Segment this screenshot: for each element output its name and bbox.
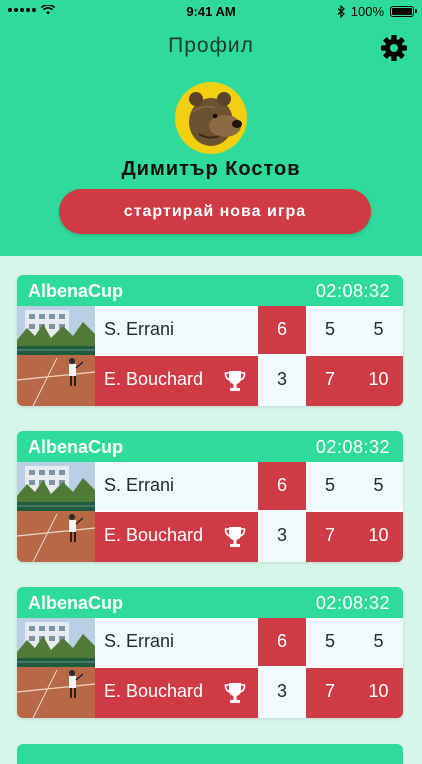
set-score: 3 xyxy=(276,525,287,545)
match-card[interactable]: AlbenaCup 02:08:32 S. Errani 6 5 5 E. Bo… xyxy=(17,587,403,718)
start-new-game-button[interactable]: стартирай нова игра xyxy=(59,189,371,234)
set-score: 6 xyxy=(276,319,287,339)
set-score: 10 xyxy=(368,681,389,701)
tournament-name: AlbenaCup xyxy=(28,437,124,457)
battery-percent: 100% xyxy=(350,4,384,19)
set-score: 5 xyxy=(373,631,384,651)
status-right: 100% xyxy=(337,4,417,19)
set-score: 5 xyxy=(373,475,384,495)
match-photo xyxy=(17,306,95,406)
player-name: S. Errani xyxy=(104,319,175,339)
set-score: 7 xyxy=(324,681,335,701)
battery-icon xyxy=(390,6,417,17)
match-photo xyxy=(17,462,95,562)
set-score: 3 xyxy=(276,369,287,389)
avatar[interactable] xyxy=(175,82,247,154)
match-header: AlbenaCup 02:08:32 xyxy=(17,587,403,618)
match-header: AlbenaCup 02:08:32 xyxy=(17,275,403,306)
set-score: 5 xyxy=(324,319,335,339)
set-score: 7 xyxy=(324,369,335,389)
match-header: AlbenaCup 02:08:32 xyxy=(17,431,403,462)
set-score: 10 xyxy=(368,369,389,389)
trophy-icon xyxy=(224,527,246,547)
player-name: S. Errani xyxy=(104,475,175,495)
player-row-winner: E. Bouchard 3 7 10 xyxy=(95,512,403,562)
player-row: S. Errani 6 5 5 xyxy=(95,462,403,510)
match-duration: 02:08:32 xyxy=(315,437,390,457)
match-photo xyxy=(17,618,95,718)
match-duration: 02:08:32 xyxy=(315,281,390,301)
player-name: S. Errani xyxy=(104,631,175,651)
set-score: 10 xyxy=(368,525,389,545)
player-row-winner: E. Bouchard 3 7 10 xyxy=(95,668,403,718)
set-score: 3 xyxy=(276,681,287,701)
set-score: 5 xyxy=(373,319,384,339)
match-card[interactable]: AlbenaCup 02:08:32 S. Errani 6 5 5 E. Bo… xyxy=(17,275,403,406)
gear-icon[interactable] xyxy=(380,34,408,62)
set-score: 6 xyxy=(276,475,287,495)
set-score: 5 xyxy=(324,475,335,495)
page-title: Профил xyxy=(168,34,254,57)
set-score: 6 xyxy=(276,631,287,651)
set-score: 5 xyxy=(324,631,335,651)
player-name: E. Bouchard xyxy=(104,525,204,545)
set-score: 7 xyxy=(324,525,335,545)
bear-avatar-icon xyxy=(189,92,242,146)
player-row-winner: E. Bouchard 3 7 10 xyxy=(95,356,403,406)
match-card[interactable]: AlbenaCup 02:08:32 S. Errani 6 5 5 E. Bo… xyxy=(17,431,403,562)
trophy-icon xyxy=(224,371,246,391)
player-name: E. Bouchard xyxy=(104,369,204,389)
match-card-peek[interactable] xyxy=(17,744,403,764)
profile-header: 9:41 AM 100% Профил Димитър Костов старт… xyxy=(0,0,422,256)
status-bar: 9:41 AM 100% xyxy=(0,0,422,24)
user-name: Димитър Костов xyxy=(121,158,301,180)
player-row: S. Errani 6 5 5 xyxy=(95,306,403,354)
player-name: E. Bouchard xyxy=(104,681,204,701)
tournament-name: AlbenaCup xyxy=(28,593,124,613)
trophy-icon xyxy=(224,683,246,703)
match-duration: 02:08:32 xyxy=(315,593,390,613)
bluetooth-icon xyxy=(337,5,345,18)
player-row: S. Errani 6 5 5 xyxy=(95,618,403,666)
tournament-name: AlbenaCup xyxy=(28,281,124,301)
